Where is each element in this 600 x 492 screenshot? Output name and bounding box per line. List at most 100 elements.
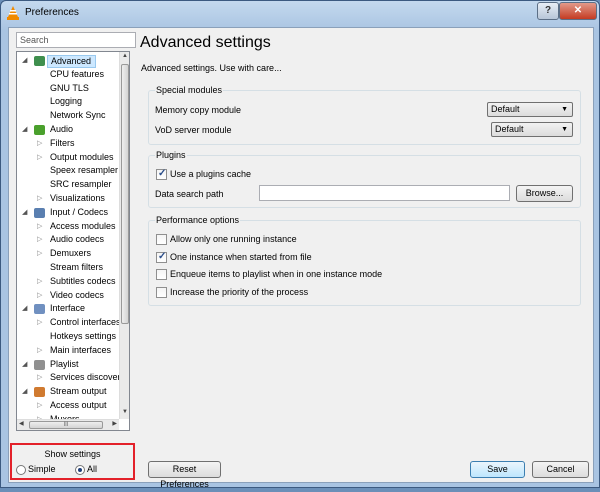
performance-option-label: One instance when started from file	[170, 252, 312, 262]
tree-item[interactable]: Network Sync	[17, 109, 119, 123]
scroll-left-icon[interactable]: ◀	[19, 420, 24, 427]
category-tree[interactable]: ◢ Advanced CPU features GNU TLS Logging Netwo…	[16, 51, 130, 431]
vod-label: VoD server module	[155, 125, 232, 135]
window-title: Preferences	[25, 7, 79, 18]
collapsed-arrow-icon[interactable]: ▷	[37, 275, 42, 289]
checkmark-icon: ✓	[158, 168, 167, 179]
tree-item[interactable]: ▷ Access output	[17, 399, 119, 413]
tree-item[interactable]: CPU features	[17, 68, 119, 82]
tree-item-label: Subtitles codecs	[50, 275, 116, 286]
expand-arrow-icon[interactable]: ◢	[22, 385, 27, 399]
collapsed-arrow-icon[interactable]: ▷	[37, 247, 42, 261]
page-subtitle: Advanced settings. Use with care...	[141, 63, 282, 73]
checkbox-box: ✓	[156, 168, 167, 180]
chevron-down-icon: ▼	[561, 126, 568, 133]
reset-preferences-button[interactable]: Reset Preferences	[148, 461, 221, 489]
tree-item[interactable]: ▷ Filters	[17, 137, 119, 151]
search-input[interactable]	[16, 32, 136, 48]
data-search-path-input[interactable]	[259, 185, 510, 201]
collapsed-arrow-icon[interactable]: ▷	[37, 151, 42, 165]
stream-output-icon	[34, 387, 45, 398]
tree-item-label: Control interfaces	[50, 317, 119, 328]
tree-item-label: Access output	[50, 399, 107, 410]
save-button[interactable]: Save	[470, 461, 525, 478]
expand-arrow-icon[interactable]: ◢	[22, 54, 27, 68]
scroll-down-icon[interactable]: ▼	[121, 409, 129, 418]
performance-option-label: Allow only one running instance	[170, 234, 297, 244]
tree-item-label: SRC resampler	[50, 179, 112, 190]
memcpy-select[interactable]: Default ▼	[487, 102, 573, 117]
tree-item[interactable]: ▷ Audio codecs	[17, 233, 119, 247]
checkbox-box	[156, 269, 167, 280]
dialog-body: ◢ AdvancedCPU features GNU TLS Logging Netwo…	[8, 27, 594, 489]
collapsed-arrow-icon[interactable]: ▷	[37, 399, 42, 413]
tree-item-label: Stream output	[50, 386, 107, 397]
tree-item[interactable]: ▷ Visualizations	[17, 192, 119, 206]
chevron-down-icon: ▼	[561, 106, 568, 113]
tree-item[interactable]: ◢ Stream output	[17, 385, 119, 399]
memcpy-label: Memory copy module	[155, 105, 242, 115]
tree-item[interactable]: ▷ Main interfaces	[17, 344, 119, 358]
expand-arrow-icon[interactable]: ◢	[22, 358, 27, 372]
collapsed-arrow-icon[interactable]: ▷	[37, 137, 42, 151]
tree-item-label: Audio	[50, 123, 74, 134]
collapsed-arrow-icon[interactable]: ▷	[37, 371, 42, 385]
cancel-button[interactable]: Cancel	[532, 461, 589, 478]
tree-item[interactable]: ◢ Interface	[17, 302, 119, 316]
collapsed-arrow-icon[interactable]: ▷	[37, 192, 42, 206]
playlist-icon	[34, 359, 45, 370]
tree-item-label: Video codecs	[50, 289, 104, 300]
tree-item-label: Input / Codecs	[50, 206, 109, 217]
checkbox-box: ✓	[156, 251, 167, 263]
scroll-thumb[interactable]	[121, 64, 129, 324]
scroll-right-icon[interactable]: ▶	[112, 420, 117, 427]
hscroll-thumb[interactable]: III	[29, 421, 103, 429]
tree-item-label: Playlist	[50, 358, 79, 369]
all-radio-label: All	[87, 464, 98, 474]
browse-button[interactable]: Browse...	[516, 185, 573, 202]
tree-vertical-scrollbar[interactable]: ▲ ▼	[119, 52, 129, 419]
expand-arrow-icon[interactable]: ◢	[22, 206, 27, 220]
expand-arrow-icon[interactable]: ◢	[22, 123, 27, 137]
tree-item[interactable]: ◢ Input / Codecs	[17, 206, 119, 220]
show-settings-group: Show settings Simple All	[10, 443, 135, 480]
tree-item-label: Audio codecs	[50, 234, 105, 245]
tree-item[interactable]: ◢ Advanced	[17, 54, 119, 68]
tree-horizontal-scrollbar[interactable]: ◀ III ▶	[17, 419, 119, 430]
plugins-title: Plugins	[155, 150, 187, 160]
tree-item[interactable]: GNU TLS	[17, 82, 119, 96]
tree-item-label: Main interfaces	[50, 344, 112, 355]
advanced-icon	[34, 56, 45, 66]
help-button[interactable]: ?	[537, 2, 559, 20]
tree-item[interactable]: Hotkeys settings	[17, 330, 119, 344]
expand-arrow-icon[interactable]: ◢	[22, 302, 27, 316]
tree-item[interactable]: ▷ Subtitles codecs	[17, 275, 119, 289]
tree-item[interactable]: ▷ Services discovery	[17, 371, 119, 385]
tree-item[interactable]: Stream filters	[17, 261, 119, 275]
tree-item[interactable]: ▷ Output modules	[17, 151, 119, 165]
collapsed-arrow-icon[interactable]: ▷	[37, 344, 42, 358]
close-button[interactable]: ✕	[559, 2, 597, 20]
tree-item[interactable]: ◢ Audio	[17, 123, 119, 137]
collapsed-arrow-icon[interactable]: ▷	[37, 316, 42, 330]
tree-item[interactable]: Logging	[17, 95, 119, 109]
vod-select[interactable]: Default ▼	[491, 122, 573, 137]
scroll-up-icon[interactable]: ▲	[121, 53, 129, 62]
collapsed-arrow-icon[interactable]: ▷	[37, 220, 42, 234]
tree-item[interactable]: ◢ Playlist	[17, 358, 119, 372]
tree-item-label: Stream filters	[50, 261, 104, 272]
radio-circle	[75, 465, 85, 475]
tree-item[interactable]: Speex resampler	[17, 164, 119, 178]
tree-item-label: Access modules	[50, 220, 116, 231]
tree-item[interactable]: ▷ Access modules	[17, 220, 119, 234]
tree-item-label: Visualizations	[50, 192, 105, 203]
collapsed-arrow-icon[interactable]: ▷	[37, 289, 42, 303]
tree-item[interactable]: ▷ Demuxers	[17, 247, 119, 261]
title-bar[interactable]: Preferences ? ✕	[1, 1, 599, 25]
tree-item[interactable]: ▷ Video codecs	[17, 289, 119, 303]
data-search-path-label: Data search path	[155, 189, 224, 199]
tree-item[interactable]: SRC resampler	[17, 178, 119, 192]
tree-item-label: Advanced	[47, 55, 97, 68]
tree-item[interactable]: ▷ Control interfaces	[17, 316, 119, 330]
collapsed-arrow-icon[interactable]: ▷	[37, 233, 42, 247]
